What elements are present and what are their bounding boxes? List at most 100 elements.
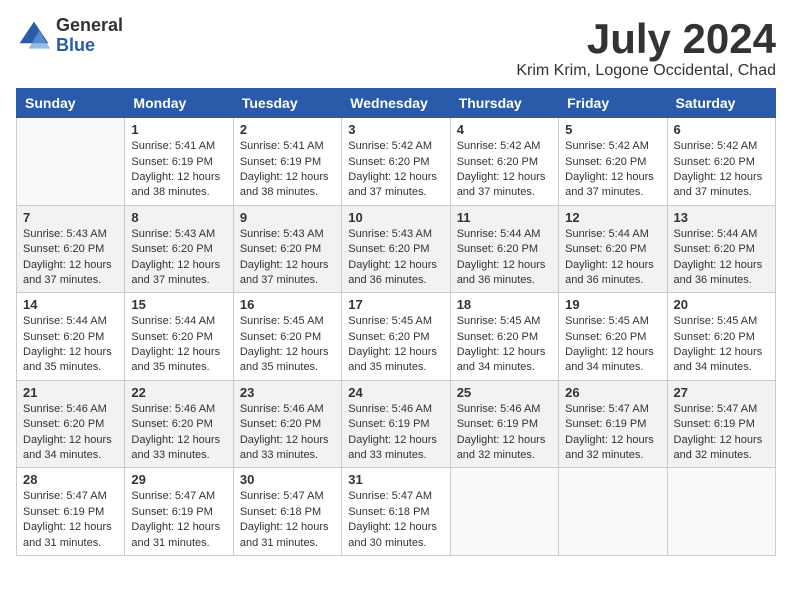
day-number: 21: [23, 385, 118, 400]
day-number: 26: [565, 385, 660, 400]
calendar-cell-1-6: 13 Sunrise: 5:44 AMSunset: 6:20 PMDayligh…: [667, 205, 775, 293]
calendar-cell-2-3: 17 Sunrise: 5:45 AMSunset: 6:20 PMDayligh…: [342, 293, 450, 381]
day-info: Sunrise: 5:44 AMSunset: 6:20 PMDaylight:…: [131, 314, 226, 376]
calendar-cell-1-4: 11 Sunrise: 5:44 AMSunset: 6:20 PMDayligh…: [450, 205, 558, 293]
calendar-cell-1-1: 8 Sunrise: 5:43 AMSunset: 6:20 PMDaylight…: [125, 205, 233, 293]
day-info: Sunrise: 5:47 AMSunset: 6:18 PMDaylight:…: [240, 489, 335, 551]
day-info: Sunrise: 5:42 AMSunset: 6:20 PMDaylight:…: [674, 139, 769, 201]
calendar-cell-0-6: 6 Sunrise: 5:42 AMSunset: 6:20 PMDaylight…: [667, 118, 775, 206]
logo-icon: [16, 18, 52, 54]
day-number: 15: [131, 297, 226, 312]
calendar-cell-3-6: 27 Sunrise: 5:47 AMSunset: 6:19 PMDayligh…: [667, 380, 775, 468]
calendar-cell-3-2: 23 Sunrise: 5:46 AMSunset: 6:20 PMDayligh…: [233, 380, 341, 468]
calendar-cell-3-3: 24Sunrise: 5:46 AMSunset: 6:19 PMDayligh…: [342, 380, 450, 468]
calendar-cell-2-1: 15 Sunrise: 5:44 AMSunset: 6:20 PMDayligh…: [125, 293, 233, 381]
title-area: July 2024 Krim Krim, Logone Occidental, …: [516, 16, 776, 80]
calendar-cell-3-0: 21 Sunrise: 5:46 AMSunset: 6:20 PMDayligh…: [17, 380, 125, 468]
subtitle: Krim Krim, Logone Occidental, Chad: [516, 62, 776, 80]
day-number: 14: [23, 297, 118, 312]
day-info: Sunrise: 5:47 AMSunset: 6:19 PMDaylight:…: [565, 402, 660, 464]
day-info: Sunrise: 5:43 AMSunset: 6:20 PMDaylight:…: [131, 227, 226, 289]
day-number: 8: [131, 210, 226, 225]
day-number: 10: [348, 210, 443, 225]
week-row-5: 28Sunrise: 5:47 AMSunset: 6:19 PMDayligh…: [17, 468, 776, 556]
header-monday: Monday: [125, 89, 233, 118]
calendar-cell-0-4: 4Sunrise: 5:42 AMSunset: 6:20 PMDaylight…: [450, 118, 558, 206]
header-thursday: Thursday: [450, 89, 558, 118]
calendar-cell-0-2: 2 Sunrise: 5:41 AMSunset: 6:19 PMDaylight…: [233, 118, 341, 206]
day-number: 7: [23, 210, 118, 225]
calendar-cell-4-5: [559, 468, 667, 556]
day-number: 12: [565, 210, 660, 225]
calendar-cell-2-6: 20 Sunrise: 5:45 AMSunset: 6:20 PMDayligh…: [667, 293, 775, 381]
day-number: 23: [240, 385, 335, 400]
week-row-4: 21 Sunrise: 5:46 AMSunset: 6:20 PMDayligh…: [17, 380, 776, 468]
day-info: Sunrise: 5:43 AMSunset: 6:20 PMDaylight:…: [240, 227, 335, 289]
calendar-cell-0-0: [17, 118, 125, 206]
day-info: Sunrise: 5:46 AMSunset: 6:20 PMDaylight:…: [23, 402, 118, 464]
day-info: Sunrise: 5:46 AMSunset: 6:19 PMDaylight:…: [457, 402, 552, 464]
calendar-cell-4-0: 28Sunrise: 5:47 AMSunset: 6:19 PMDayligh…: [17, 468, 125, 556]
calendar-cell-4-6: [667, 468, 775, 556]
day-info: Sunrise: 5:44 AMSunset: 6:20 PMDaylight:…: [457, 227, 552, 289]
day-number: 11: [457, 210, 552, 225]
calendar-cell-4-4: [450, 468, 558, 556]
day-info: Sunrise: 5:47 AMSunset: 6:19 PMDaylight:…: [131, 489, 226, 551]
day-number: 16: [240, 297, 335, 312]
day-info: Sunrise: 5:43 AMSunset: 6:20 PMDaylight:…: [23, 227, 118, 289]
calendar-cell-0-3: 3Sunrise: 5:42 AMSunset: 6:20 PMDaylight…: [342, 118, 450, 206]
day-number: 18: [457, 297, 552, 312]
day-info: Sunrise: 5:45 AMSunset: 6:20 PMDaylight:…: [457, 314, 552, 376]
day-number: 17: [348, 297, 443, 312]
calendar-cell-2-5: 19Sunrise: 5:45 AMSunset: 6:20 PMDayligh…: [559, 293, 667, 381]
day-number: 24: [348, 385, 443, 400]
day-info: Sunrise: 5:42 AMSunset: 6:20 PMDaylight:…: [565, 139, 660, 201]
day-number: 13: [674, 210, 769, 225]
day-info: Sunrise: 5:47 AMSunset: 6:18 PMDaylight:…: [348, 489, 443, 551]
day-info: Sunrise: 5:47 AMSunset: 6:19 PMDaylight:…: [674, 402, 769, 464]
day-info: Sunrise: 5:47 AMSunset: 6:19 PMDaylight:…: [23, 489, 118, 551]
day-info: Sunrise: 5:45 AMSunset: 6:20 PMDaylight:…: [565, 314, 660, 376]
calendar-cell-0-1: 1 Sunrise: 5:41 AMSunset: 6:19 PMDaylight…: [125, 118, 233, 206]
day-number: 27: [674, 385, 769, 400]
calendar: Sunday Monday Tuesday Wednesday Thursday…: [16, 88, 776, 556]
day-info: Sunrise: 5:46 AMSunset: 6:20 PMDaylight:…: [240, 402, 335, 464]
day-number: 4: [457, 122, 552, 137]
day-info: Sunrise: 5:45 AMSunset: 6:20 PMDaylight:…: [674, 314, 769, 376]
calendar-cell-1-2: 9 Sunrise: 5:43 AMSunset: 6:20 PMDaylight…: [233, 205, 341, 293]
day-number: 6: [674, 122, 769, 137]
day-number: 9: [240, 210, 335, 225]
week-row-3: 14 Sunrise: 5:44 AMSunset: 6:20 PMDayligh…: [17, 293, 776, 381]
day-info: Sunrise: 5:46 AMSunset: 6:20 PMDaylight:…: [131, 402, 226, 464]
day-number: 31: [348, 472, 443, 487]
header-sunday: Sunday: [17, 89, 125, 118]
day-info: Sunrise: 5:44 AMSunset: 6:20 PMDaylight:…: [674, 227, 769, 289]
day-info: Sunrise: 5:45 AMSunset: 6:20 PMDaylight:…: [348, 314, 443, 376]
day-info: Sunrise: 5:41 AMSunset: 6:19 PMDaylight:…: [131, 139, 226, 201]
day-number: 20: [674, 297, 769, 312]
day-number: 5: [565, 122, 660, 137]
logo-general-text: General: [56, 16, 123, 36]
day-number: 1: [131, 122, 226, 137]
day-number: 25: [457, 385, 552, 400]
day-number: 2: [240, 122, 335, 137]
day-info: Sunrise: 5:41 AMSunset: 6:19 PMDaylight:…: [240, 139, 335, 201]
calendar-cell-3-4: 25 Sunrise: 5:46 AMSunset: 6:19 PMDayligh…: [450, 380, 558, 468]
calendar-cell-3-5: 26 Sunrise: 5:47 AMSunset: 6:19 PMDayligh…: [559, 380, 667, 468]
calendar-cell-2-2: 16 Sunrise: 5:45 AMSunset: 6:20 PMDayligh…: [233, 293, 341, 381]
day-info: Sunrise: 5:44 AMSunset: 6:20 PMDaylight:…: [565, 227, 660, 289]
main-title: July 2024: [516, 16, 776, 62]
calendar-cell-0-5: 5 Sunrise: 5:42 AMSunset: 6:20 PMDaylight…: [559, 118, 667, 206]
day-number: 22: [131, 385, 226, 400]
day-info: Sunrise: 5:45 AMSunset: 6:20 PMDaylight:…: [240, 314, 335, 376]
header: General Blue July 2024 Krim Krim, Logone…: [16, 16, 776, 80]
weekday-header-row: Sunday Monday Tuesday Wednesday Thursday…: [17, 89, 776, 118]
calendar-cell-4-2: 30Sunrise: 5:47 AMSunset: 6:18 PMDayligh…: [233, 468, 341, 556]
logo-blue-text: Blue: [56, 36, 123, 56]
calendar-cell-1-5: 12 Sunrise: 5:44 AMSunset: 6:20 PMDayligh…: [559, 205, 667, 293]
header-friday: Friday: [559, 89, 667, 118]
header-saturday: Saturday: [667, 89, 775, 118]
week-row-2: 7 Sunrise: 5:43 AMSunset: 6:20 PMDaylight…: [17, 205, 776, 293]
day-number: 29: [131, 472, 226, 487]
logo: General Blue: [16, 16, 123, 56]
